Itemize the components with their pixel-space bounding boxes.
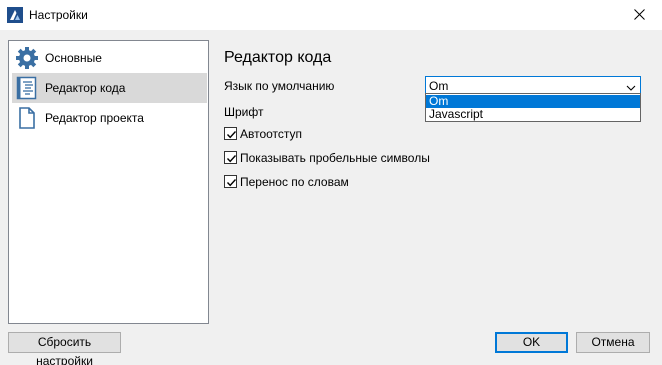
show-whitespace-checkbox[interactable]: [224, 151, 237, 164]
checkmark-icon: [226, 179, 237, 187]
default-language-label: Язык по умолчанию: [224, 79, 335, 93]
sidebar-item-label: Основные: [45, 51, 102, 65]
close-button[interactable]: [616, 0, 662, 30]
gear-icon: [15, 46, 39, 70]
show-whitespace-label: Показывать пробельные символы: [240, 151, 430, 165]
reset-settings-button[interactable]: Сбросить настройки: [8, 332, 121, 365]
document-icon: [15, 106, 39, 130]
window-title: Настройки: [29, 8, 88, 22]
word-wrap-checkbox[interactable]: [224, 175, 237, 188]
app-logo-icon: [7, 7, 23, 23]
font-label: Шрифт: [224, 105, 264, 119]
ok-button[interactable]: OK: [495, 332, 568, 353]
sidebar-item-general[interactable]: Основные: [12, 43, 207, 73]
sidebar-item-project-editor[interactable]: Редактор проекта: [12, 103, 207, 133]
word-wrap-label: Перенос по словам: [240, 175, 349, 189]
settings-category-list[interactable]: Основные Редактор кода Редактор проекта: [8, 40, 209, 324]
section-title: Редактор кода: [224, 49, 332, 66]
sidebar-item-code-editor[interactable]: Редактор кода: [12, 73, 207, 103]
selected-language-value: Om: [429, 79, 449, 93]
sidebar-item-label: Редактор проекта: [45, 111, 144, 125]
cancel-button[interactable]: Отмена: [576, 332, 650, 353]
title-bar: Настройки: [0, 0, 662, 30]
close-icon: [634, 9, 645, 20]
code-document-icon: [15, 76, 39, 100]
checkmark-icon: [226, 131, 237, 139]
sidebar-item-label: Редактор кода: [45, 81, 126, 95]
checkmark-icon: [226, 155, 237, 163]
language-dropdown-list[interactable]: Om Javascript: [425, 93, 641, 122]
auto-indent-checkbox[interactable]: [224, 127, 237, 140]
auto-indent-label: Автоотступ: [240, 127, 303, 141]
language-option-javascript[interactable]: Javascript: [426, 108, 640, 121]
